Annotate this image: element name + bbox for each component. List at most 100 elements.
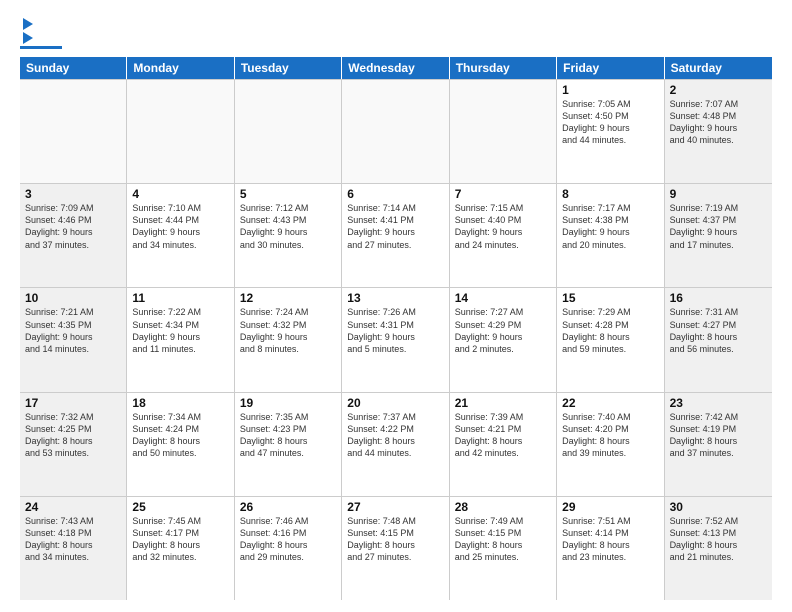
day-number: 25 xyxy=(132,500,228,514)
calendar-week-5: 24Sunrise: 7:43 AM Sunset: 4:18 PM Dayli… xyxy=(20,496,772,600)
day-info: Sunrise: 7:51 AM Sunset: 4:14 PM Dayligh… xyxy=(562,515,658,564)
day-info: Sunrise: 7:29 AM Sunset: 4:28 PM Dayligh… xyxy=(562,306,658,355)
weekday-header-monday: Monday xyxy=(127,57,234,79)
weekday-header-tuesday: Tuesday xyxy=(235,57,342,79)
day-info: Sunrise: 7:17 AM Sunset: 4:38 PM Dayligh… xyxy=(562,202,658,251)
day-number: 5 xyxy=(240,187,336,201)
day-number: 1 xyxy=(562,83,658,97)
day-number: 12 xyxy=(240,291,336,305)
day-number: 29 xyxy=(562,500,658,514)
day-info: Sunrise: 7:12 AM Sunset: 4:43 PM Dayligh… xyxy=(240,202,336,251)
day-info: Sunrise: 7:10 AM Sunset: 4:44 PM Dayligh… xyxy=(132,202,228,251)
day-info: Sunrise: 7:24 AM Sunset: 4:32 PM Dayligh… xyxy=(240,306,336,355)
day-number: 24 xyxy=(25,500,121,514)
day-number: 3 xyxy=(25,187,121,201)
weekday-header-sunday: Sunday xyxy=(20,57,127,79)
calendar-cell: 5Sunrise: 7:12 AM Sunset: 4:43 PM Daylig… xyxy=(235,184,342,287)
calendar-cell: 26Sunrise: 7:46 AM Sunset: 4:16 PM Dayli… xyxy=(235,497,342,600)
day-info: Sunrise: 7:09 AM Sunset: 4:46 PM Dayligh… xyxy=(25,202,121,251)
day-info: Sunrise: 7:46 AM Sunset: 4:16 PM Dayligh… xyxy=(240,515,336,564)
day-info: Sunrise: 7:45 AM Sunset: 4:17 PM Dayligh… xyxy=(132,515,228,564)
weekday-header-saturday: Saturday xyxy=(665,57,772,79)
calendar-cell: 9Sunrise: 7:19 AM Sunset: 4:37 PM Daylig… xyxy=(665,184,772,287)
day-number: 30 xyxy=(670,500,767,514)
calendar-cell: 8Sunrise: 7:17 AM Sunset: 4:38 PM Daylig… xyxy=(557,184,664,287)
day-info: Sunrise: 7:22 AM Sunset: 4:34 PM Dayligh… xyxy=(132,306,228,355)
header xyxy=(20,16,772,49)
day-info: Sunrise: 7:32 AM Sunset: 4:25 PM Dayligh… xyxy=(25,411,121,460)
calendar-week-1: 1Sunrise: 7:05 AM Sunset: 4:50 PM Daylig… xyxy=(20,79,772,183)
calendar-cell xyxy=(235,80,342,183)
calendar-cell: 1Sunrise: 7:05 AM Sunset: 4:50 PM Daylig… xyxy=(557,80,664,183)
calendar-cell: 20Sunrise: 7:37 AM Sunset: 4:22 PM Dayli… xyxy=(342,393,449,496)
calendar-cell: 12Sunrise: 7:24 AM Sunset: 4:32 PM Dayli… xyxy=(235,288,342,391)
day-number: 8 xyxy=(562,187,658,201)
calendar-cell: 14Sunrise: 7:27 AM Sunset: 4:29 PM Dayli… xyxy=(450,288,557,391)
weekday-header-thursday: Thursday xyxy=(450,57,557,79)
calendar-cell: 4Sunrise: 7:10 AM Sunset: 4:44 PM Daylig… xyxy=(127,184,234,287)
day-number: 27 xyxy=(347,500,443,514)
day-number: 6 xyxy=(347,187,443,201)
weekday-header-wednesday: Wednesday xyxy=(342,57,449,79)
logo xyxy=(20,16,62,49)
calendar-cell: 7Sunrise: 7:15 AM Sunset: 4:40 PM Daylig… xyxy=(450,184,557,287)
day-info: Sunrise: 7:31 AM Sunset: 4:27 PM Dayligh… xyxy=(670,306,767,355)
calendar-cell: 13Sunrise: 7:26 AM Sunset: 4:31 PM Dayli… xyxy=(342,288,449,391)
calendar-cell: 2Sunrise: 7:07 AM Sunset: 4:48 PM Daylig… xyxy=(665,80,772,183)
day-number: 26 xyxy=(240,500,336,514)
calendar-cell: 19Sunrise: 7:35 AM Sunset: 4:23 PM Dayli… xyxy=(235,393,342,496)
day-number: 16 xyxy=(670,291,767,305)
calendar-cell xyxy=(450,80,557,183)
day-number: 22 xyxy=(562,396,658,410)
calendar-week-3: 10Sunrise: 7:21 AM Sunset: 4:35 PM Dayli… xyxy=(20,287,772,391)
calendar-cell: 10Sunrise: 7:21 AM Sunset: 4:35 PM Dayli… xyxy=(20,288,127,391)
calendar-cell xyxy=(127,80,234,183)
day-number: 15 xyxy=(562,291,658,305)
calendar-header: SundayMondayTuesdayWednesdayThursdayFrid… xyxy=(20,57,772,79)
day-info: Sunrise: 7:40 AM Sunset: 4:20 PM Dayligh… xyxy=(562,411,658,460)
calendar: SundayMondayTuesdayWednesdayThursdayFrid… xyxy=(20,57,772,600)
calendar-cell: 23Sunrise: 7:42 AM Sunset: 4:19 PM Dayli… xyxy=(665,393,772,496)
calendar-cell: 30Sunrise: 7:52 AM Sunset: 4:13 PM Dayli… xyxy=(665,497,772,600)
day-number: 28 xyxy=(455,500,551,514)
day-info: Sunrise: 7:15 AM Sunset: 4:40 PM Dayligh… xyxy=(455,202,551,251)
day-number: 10 xyxy=(25,291,121,305)
calendar-body: 1Sunrise: 7:05 AM Sunset: 4:50 PM Daylig… xyxy=(20,79,772,600)
day-number: 19 xyxy=(240,396,336,410)
day-info: Sunrise: 7:14 AM Sunset: 4:41 PM Dayligh… xyxy=(347,202,443,251)
calendar-cell: 24Sunrise: 7:43 AM Sunset: 4:18 PM Dayli… xyxy=(20,497,127,600)
day-info: Sunrise: 7:43 AM Sunset: 4:18 PM Dayligh… xyxy=(25,515,121,564)
calendar-cell: 22Sunrise: 7:40 AM Sunset: 4:20 PM Dayli… xyxy=(557,393,664,496)
day-info: Sunrise: 7:39 AM Sunset: 4:21 PM Dayligh… xyxy=(455,411,551,460)
day-number: 21 xyxy=(455,396,551,410)
day-number: 13 xyxy=(347,291,443,305)
day-info: Sunrise: 7:07 AM Sunset: 4:48 PM Dayligh… xyxy=(670,98,767,147)
day-info: Sunrise: 7:34 AM Sunset: 4:24 PM Dayligh… xyxy=(132,411,228,460)
day-number: 20 xyxy=(347,396,443,410)
page: SundayMondayTuesdayWednesdayThursdayFrid… xyxy=(0,0,792,612)
calendar-cell: 16Sunrise: 7:31 AM Sunset: 4:27 PM Dayli… xyxy=(665,288,772,391)
day-info: Sunrise: 7:35 AM Sunset: 4:23 PM Dayligh… xyxy=(240,411,336,460)
day-number: 14 xyxy=(455,291,551,305)
day-info: Sunrise: 7:05 AM Sunset: 4:50 PM Dayligh… xyxy=(562,98,658,147)
calendar-cell: 21Sunrise: 7:39 AM Sunset: 4:21 PM Dayli… xyxy=(450,393,557,496)
calendar-week-2: 3Sunrise: 7:09 AM Sunset: 4:46 PM Daylig… xyxy=(20,183,772,287)
day-info: Sunrise: 7:21 AM Sunset: 4:35 PM Dayligh… xyxy=(25,306,121,355)
calendar-cell: 3Sunrise: 7:09 AM Sunset: 4:46 PM Daylig… xyxy=(20,184,127,287)
day-info: Sunrise: 7:42 AM Sunset: 4:19 PM Dayligh… xyxy=(670,411,767,460)
day-number: 2 xyxy=(670,83,767,97)
day-info: Sunrise: 7:48 AM Sunset: 4:15 PM Dayligh… xyxy=(347,515,443,564)
calendar-week-4: 17Sunrise: 7:32 AM Sunset: 4:25 PM Dayli… xyxy=(20,392,772,496)
day-number: 18 xyxy=(132,396,228,410)
day-info: Sunrise: 7:49 AM Sunset: 4:15 PM Dayligh… xyxy=(455,515,551,564)
day-info: Sunrise: 7:52 AM Sunset: 4:13 PM Dayligh… xyxy=(670,515,767,564)
calendar-cell: 15Sunrise: 7:29 AM Sunset: 4:28 PM Dayli… xyxy=(557,288,664,391)
day-info: Sunrise: 7:27 AM Sunset: 4:29 PM Dayligh… xyxy=(455,306,551,355)
calendar-cell: 28Sunrise: 7:49 AM Sunset: 4:15 PM Dayli… xyxy=(450,497,557,600)
calendar-cell: 18Sunrise: 7:34 AM Sunset: 4:24 PM Dayli… xyxy=(127,393,234,496)
logo-underline xyxy=(20,46,62,49)
day-info: Sunrise: 7:37 AM Sunset: 4:22 PM Dayligh… xyxy=(347,411,443,460)
day-info: Sunrise: 7:19 AM Sunset: 4:37 PM Dayligh… xyxy=(670,202,767,251)
calendar-cell xyxy=(20,80,127,183)
weekday-header-friday: Friday xyxy=(557,57,664,79)
